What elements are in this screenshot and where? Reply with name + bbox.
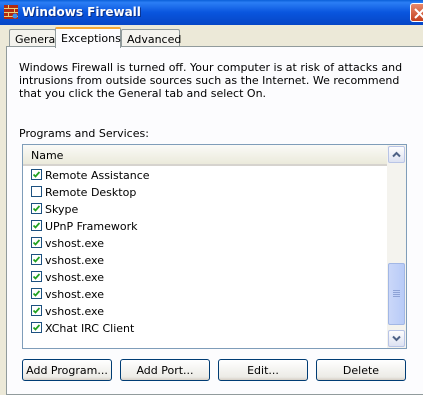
- close-icon: [414, 8, 423, 19]
- button-label: Edit...: [247, 364, 279, 377]
- edit-button[interactable]: Edit...: [218, 359, 308, 381]
- list-item[interactable]: vshost.exe: [23, 252, 387, 269]
- list-item[interactable]: vshost.exe: [23, 269, 387, 286]
- add-port-button[interactable]: Add Port...: [120, 359, 210, 381]
- title-bar[interactable]: Windows Firewall: [0, 0, 423, 25]
- scroll-down-button[interactable]: [388, 330, 405, 347]
- button-label: Add Port...: [136, 364, 194, 377]
- tab-label: Exceptions: [61, 32, 121, 45]
- checkbox-checked[interactable]: [31, 237, 42, 248]
- list-item[interactable]: vshost.exe: [23, 235, 387, 252]
- checkbox-checked[interactable]: [31, 305, 42, 316]
- list-item-label: vshost.exe: [45, 254, 104, 267]
- add-program-button[interactable]: Add Program...: [22, 359, 112, 381]
- button-label: Add Program...: [26, 364, 108, 377]
- column-header-name[interactable]: Name: [23, 145, 387, 166]
- delete-button[interactable]: Delete: [316, 359, 406, 381]
- column-header-label: Name: [31, 149, 64, 162]
- list-item[interactable]: Remote Assistance: [23, 167, 387, 184]
- list-item[interactable]: Remote Desktop: [23, 184, 387, 201]
- checkmark-icon: [33, 239, 40, 246]
- checkmark-icon: [33, 290, 40, 297]
- programs-label: Programs and Services:: [19, 127, 149, 140]
- tab-exceptions[interactable]: Exceptions: [55, 27, 121, 48]
- checkbox-checked[interactable]: [31, 254, 42, 265]
- checkbox-checked[interactable]: [31, 271, 42, 282]
- checkmark-icon: [33, 273, 40, 280]
- checkmark-icon: [33, 307, 40, 314]
- list-item-label: vshost.exe: [45, 288, 104, 301]
- list-item-label: Remote Assistance: [45, 169, 150, 182]
- tab-advanced[interactable]: Advanced: [121, 29, 182, 47]
- firewall-icon: [4, 5, 18, 19]
- checkbox-checked[interactable]: [31, 322, 42, 333]
- chevron-up-icon: [392, 151, 401, 158]
- close-button[interactable]: [410, 3, 423, 22]
- firewall-warning-text: Windows Firewall is turned off. Your com…: [19, 61, 403, 100]
- tab-label: General: [15, 33, 59, 46]
- window-title: Windows Firewall: [22, 5, 141, 19]
- checkbox-checked[interactable]: [31, 288, 42, 299]
- programs-list[interactable]: Name Remote Assistance Remote Desktop Skyp…: [22, 144, 407, 349]
- list-item[interactable]: XChat IRC Client: [23, 320, 387, 337]
- button-label: Delete: [342, 364, 380, 377]
- chevron-down-icon: [392, 335, 401, 342]
- tab-label: Advanced: [127, 33, 182, 46]
- list-item[interactable]: vshost.exe: [23, 303, 387, 320]
- checkbox-checked[interactable]: [31, 169, 42, 180]
- scrollbar[interactable]: [387, 145, 406, 348]
- checkbox-checked[interactable]: [31, 220, 42, 231]
- checkbox-unchecked[interactable]: [31, 186, 42, 197]
- list-item[interactable]: vshost.exe: [23, 286, 387, 303]
- checkmark-icon: [33, 324, 40, 331]
- list-item[interactable]: Skype: [23, 201, 387, 218]
- list-item-label: Remote Desktop: [45, 186, 137, 199]
- list-item-label: vshost.exe: [45, 271, 104, 284]
- tab-general[interactable]: General: [9, 29, 59, 47]
- list-item-label: UPnP Framework: [45, 220, 138, 233]
- list-item[interactable]: UPnP Framework: [23, 218, 387, 235]
- scroll-up-button[interactable]: [388, 146, 405, 163]
- checkmark-icon: [33, 171, 40, 178]
- scroll-thumb[interactable]: [388, 263, 405, 325]
- list-item-label: vshost.exe: [45, 305, 104, 318]
- checkmark-icon: [33, 205, 40, 212]
- checkmark-icon: [33, 256, 40, 263]
- list-item-label: vshost.exe: [45, 237, 104, 250]
- programs-rows: Remote Assistance Remote Desktop Skype UPnP…: [23, 167, 387, 337]
- list-item-label: XChat IRC Client: [45, 322, 135, 335]
- checkmark-icon: [33, 222, 40, 229]
- checkbox-checked[interactable]: [31, 203, 42, 214]
- list-item-label: Skype: [45, 203, 79, 216]
